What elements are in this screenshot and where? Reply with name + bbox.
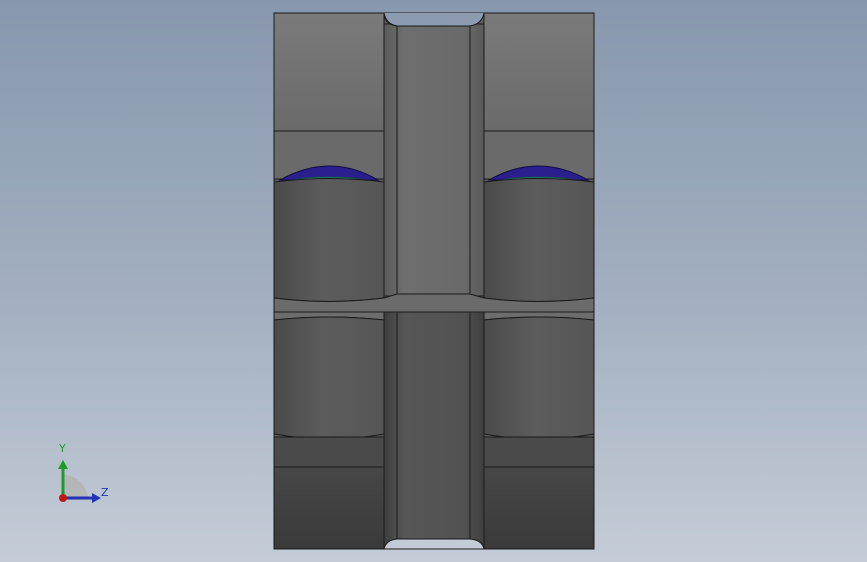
origin-dot [59, 494, 67, 502]
left-upper-cylinder [273, 178, 385, 302]
y-axis-arrow [58, 460, 68, 469]
3d-viewport[interactable]: Y Z [0, 0, 867, 562]
top-notch [383, 12, 485, 27]
top-right-block [483, 12, 595, 132]
bottom-notch [383, 538, 485, 550]
center-channel-upper [383, 23, 485, 297]
orientation-triad: Y Z [52, 440, 122, 510]
right-lower-cylinder [483, 316, 595, 440]
left-bottom-band [273, 436, 385, 468]
center-channel-lower [383, 311, 485, 550]
right-bottom-band [483, 436, 595, 468]
cad-model[interactable] [0, 0, 867, 562]
top-left-block [273, 12, 385, 132]
left-bottom-block [273, 466, 385, 550]
left-lower-cylinder [273, 316, 385, 440]
right-upper-cylinder [483, 178, 595, 302]
z-axis-arrow [92, 493, 101, 503]
right-bottom-block [483, 466, 595, 550]
y-axis-label: Y [59, 442, 66, 455]
triad-quadrant [63, 475, 88, 500]
z-axis-label: Z [101, 486, 109, 499]
